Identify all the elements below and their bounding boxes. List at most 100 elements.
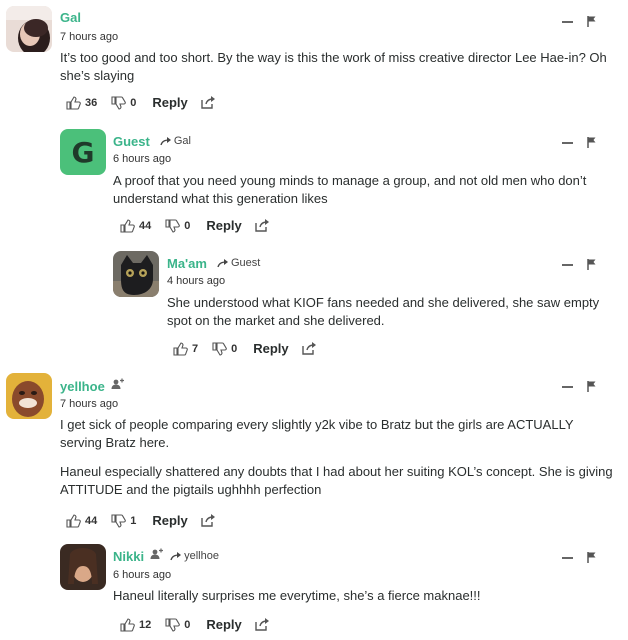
avatar[interactable] xyxy=(6,6,52,52)
comment-header: yellhoe xyxy=(60,377,125,395)
author-name[interactable]: Ma'am xyxy=(167,256,207,271)
minimize-icon[interactable] xyxy=(562,20,573,23)
upvote-count: 7 xyxy=(192,342,199,355)
comment-nikki: Nikki yellhoe 6 hours ago Haneul literal… xyxy=(60,544,621,638)
share-icon[interactable] xyxy=(255,219,270,232)
reply-to-name: Gal xyxy=(173,135,191,147)
comment-menu xyxy=(562,259,597,270)
upvote-button[interactable]: 44 xyxy=(120,218,152,233)
flag-icon[interactable] xyxy=(587,259,597,270)
comment-actions: 44 0 Reply xyxy=(120,218,270,233)
downvote-button[interactable]: 0 xyxy=(165,218,191,233)
comment-actions: 7 0 Reply xyxy=(173,341,317,356)
comment-guest: G Guest Gal 6 hours ago A proof that you… xyxy=(60,129,621,241)
author-name[interactable]: Gal xyxy=(60,10,81,25)
avatar[interactable] xyxy=(6,373,52,419)
comment-actions: 44 1 Reply xyxy=(66,513,216,528)
follow-user-icon[interactable] xyxy=(150,547,164,565)
share-icon[interactable] xyxy=(201,514,216,527)
thumbs-down-icon xyxy=(165,218,181,233)
comment-text: Haneul literally surprises me everytime,… xyxy=(113,588,481,603)
thumbs-down-icon xyxy=(111,513,127,528)
flag-icon[interactable] xyxy=(587,16,597,27)
author-name[interactable]: Nikki xyxy=(113,549,144,564)
flag-icon[interactable] xyxy=(587,137,597,148)
flag-icon[interactable] xyxy=(587,552,597,563)
minimize-icon[interactable] xyxy=(562,556,573,559)
downvote-button[interactable]: 0 xyxy=(111,95,137,110)
downvote-count: 1 xyxy=(130,514,137,527)
reply-to-name: Guest xyxy=(230,257,261,269)
minimize-icon[interactable] xyxy=(562,385,573,388)
author-name[interactable]: Guest xyxy=(113,134,150,149)
reply-to[interactable]: Guest xyxy=(217,257,260,269)
downvote-count: 0 xyxy=(231,342,238,355)
reply-arrow-icon xyxy=(170,551,182,560)
comment-body: Haneul literally surprises me everytime,… xyxy=(113,587,618,616)
downvote-button[interactable]: 0 xyxy=(165,617,190,632)
upvote-count: 44 xyxy=(85,514,98,527)
timestamp[interactable]: 6 hours ago xyxy=(113,153,171,165)
upvote-count: 36 xyxy=(85,96,98,109)
comment-gal: Gal 7 hours ago It’s too good and too sh… xyxy=(6,6,621,118)
author-name[interactable]: yellhoe xyxy=(60,379,105,394)
comment-text: Haneul especially shattered any doubts t… xyxy=(60,464,613,497)
timestamp[interactable]: 6 hours ago xyxy=(113,569,171,581)
minimize-icon[interactable] xyxy=(562,263,573,266)
thumbs-up-icon xyxy=(120,218,135,233)
share-icon[interactable] xyxy=(201,96,216,109)
flag-icon[interactable] xyxy=(587,381,597,392)
reply-button[interactable]: Reply xyxy=(152,95,187,110)
comment-text: She understood what KIOF fans needed and… xyxy=(167,295,600,328)
timestamp[interactable]: 4 hours ago xyxy=(167,275,225,287)
share-icon[interactable] xyxy=(301,342,317,355)
comment-body: I get sick of people comparing every sli… xyxy=(60,416,618,510)
timestamp[interactable]: 7 hours ago xyxy=(60,398,118,410)
comment-text: A proof that you need young minds to man… xyxy=(113,173,587,206)
comment-text: It’s too good and too short. By the way … xyxy=(60,50,607,83)
comment-menu xyxy=(562,552,597,563)
reply-button[interactable]: Reply xyxy=(206,617,241,632)
comment-actions: 36 0 Reply xyxy=(66,95,216,110)
comment-header: Gal xyxy=(60,8,81,26)
thumbs-down-icon xyxy=(212,341,227,356)
reply-arrow-icon xyxy=(217,258,228,267)
thumbs-up-icon xyxy=(120,617,135,632)
comment-header: Ma'am Guest xyxy=(167,254,260,272)
thumbs-down-icon xyxy=(111,95,127,110)
reply-to[interactable]: Gal xyxy=(160,135,191,147)
downvote-count: 0 xyxy=(130,96,137,109)
downvote-button[interactable]: 1 xyxy=(111,513,137,528)
comment-body: A proof that you need young minds to man… xyxy=(113,172,618,219)
follow-user-icon[interactable] xyxy=(111,377,125,395)
reply-to[interactable]: yellhoe xyxy=(170,550,219,562)
timestamp[interactable]: 7 hours ago xyxy=(60,31,118,43)
comment-yellhoe: yellhoe 7 hours ago I get sick of people… xyxy=(6,373,621,533)
avatar-photo xyxy=(6,373,52,419)
upvote-button[interactable]: 7 xyxy=(173,341,199,356)
share-icon[interactable] xyxy=(255,618,270,631)
avatar[interactable] xyxy=(60,544,106,590)
comment-header: Guest Gal xyxy=(113,132,191,150)
upvote-count: 44 xyxy=(139,219,152,232)
comment-actions: 12 0 Reply xyxy=(120,617,270,632)
avatar[interactable] xyxy=(113,251,159,297)
upvote-button[interactable]: 12 xyxy=(120,617,151,632)
avatar-photo xyxy=(60,544,106,590)
cat-photo xyxy=(113,251,159,297)
reply-button[interactable]: Reply xyxy=(253,341,288,356)
downvote-count: 0 xyxy=(184,219,191,232)
minimize-icon[interactable] xyxy=(562,141,573,144)
reply-arrow-icon xyxy=(160,136,171,145)
upvote-button[interactable]: 44 xyxy=(66,513,98,528)
reply-button[interactable]: Reply xyxy=(152,513,187,528)
comment-text: I get sick of people comparing every sli… xyxy=(60,417,574,450)
avatar[interactable]: G xyxy=(60,129,106,175)
upvote-button[interactable]: 36 xyxy=(66,95,98,110)
downvote-button[interactable]: 0 xyxy=(212,341,238,356)
avatar-letter: G xyxy=(71,135,95,169)
thumbs-up-icon xyxy=(66,513,81,528)
thumbs-down-icon xyxy=(165,617,181,632)
comment-header: Nikki yellhoe xyxy=(113,547,219,565)
reply-button[interactable]: Reply xyxy=(206,218,241,233)
